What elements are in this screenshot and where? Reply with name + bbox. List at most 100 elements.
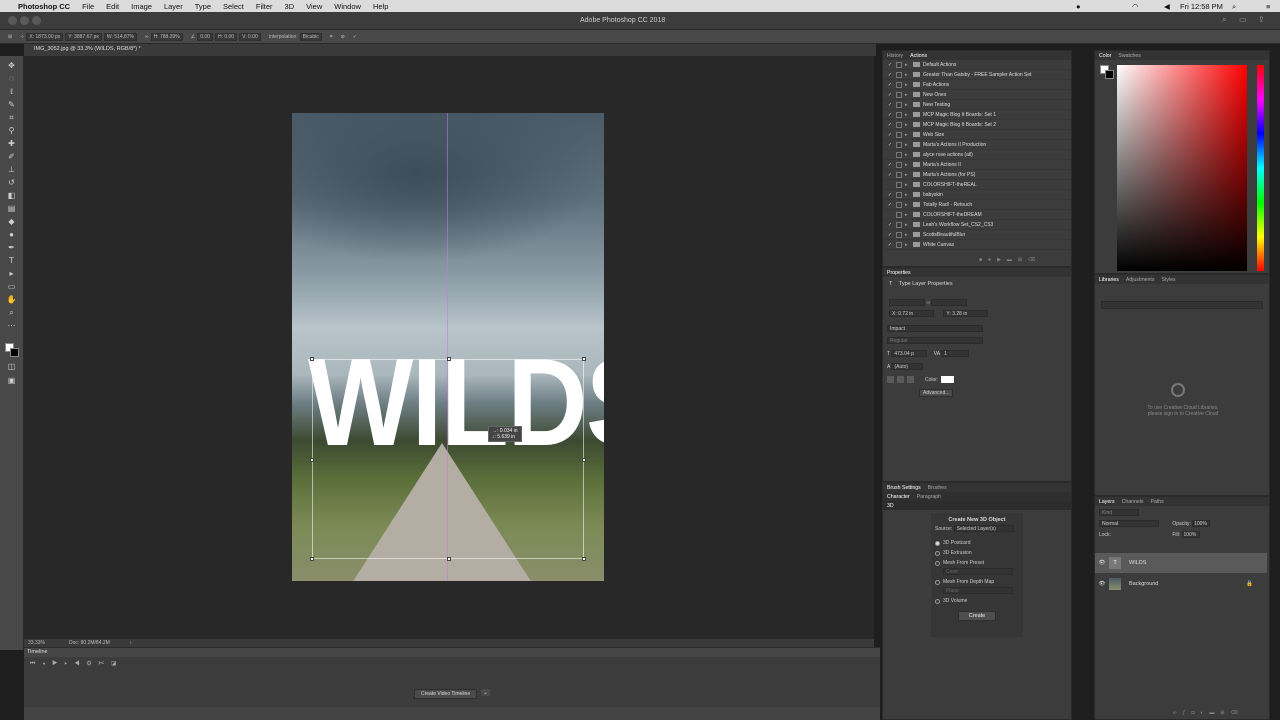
expand-triangle-icon[interactable]: ▸ — [905, 162, 913, 168]
font-family-select[interactable]: Impact — [887, 325, 983, 332]
action-check-icon[interactable]: ✓ — [885, 192, 895, 198]
delete-action-icon[interactable]: ⌫ — [1028, 257, 1041, 263]
expand-triangle-icon[interactable]: ▸ — [905, 112, 913, 118]
action-check-icon[interactable]: ✓ — [885, 202, 895, 208]
menu-help[interactable]: Help — [373, 2, 388, 11]
action-check-icon[interactable]: ✓ — [885, 112, 895, 118]
height-field[interactable]: H: 788.39% — [150, 32, 183, 41]
action-set-name[interactable]: COLORSHIFT-theDREAM — [923, 212, 982, 218]
library-search-input[interactable] — [1101, 301, 1263, 309]
expand-triangle-icon[interactable]: ▸ — [905, 192, 913, 198]
align-right-icon[interactable] — [907, 376, 914, 383]
record-action-icon[interactable]: ● — [988, 257, 997, 263]
dialog-toggle-icon[interactable] — [896, 141, 902, 148]
dialog-toggle-icon[interactable] — [896, 171, 902, 178]
expand-triangle-icon[interactable]: ▸ — [905, 72, 913, 78]
menu-image[interactable]: Image — [131, 2, 152, 11]
play-action-icon[interactable]: ▶ — [997, 257, 1007, 263]
transition-icon[interactable]: ◪ — [111, 661, 123, 667]
action-set-row[interactable]: ✓ ▸ MCP Magic Blog It Boards: Set 2 — [885, 120, 1071, 130]
brush-tool-icon[interactable]: ✐ — [6, 152, 17, 161]
action-set-name[interactable]: babyskin — [923, 192, 943, 198]
dialog-toggle-icon[interactable] — [896, 161, 902, 168]
tab-channels[interactable]: Channels — [1122, 499, 1144, 505]
action-set-row[interactable]: ✓ ▸ New Ones — [885, 90, 1071, 100]
share-icon[interactable]: ⇪ — [1258, 15, 1265, 24]
action-set-name[interactable]: Marta's Actions II — [923, 162, 961, 168]
commit-transform-icon[interactable]: ✓ — [353, 34, 357, 40]
dialog-toggle-icon[interactable] — [896, 71, 902, 78]
expand-triangle-icon[interactable]: ▸ — [905, 172, 913, 178]
width-field[interactable]: W: 514.87% — [103, 32, 138, 41]
history-brush-tool-icon[interactable]: ↺ — [6, 178, 17, 187]
dialog-toggle-icon[interactable] — [896, 111, 902, 118]
action-set-name[interactable]: Marta's Actions II Production — [923, 142, 986, 148]
action-set-name[interactable]: New Testing — [923, 102, 950, 108]
doc-size[interactable]: Doc: 80.2M/84.2M — [69, 640, 110, 646]
dialog-toggle-icon[interactable] — [896, 101, 902, 108]
interpolation-select[interactable]: Bicubic — [299, 32, 322, 41]
delete-layer-icon[interactable]: ⌫ — [1231, 710, 1244, 716]
leading-field[interactable]: (Auto) — [891, 363, 924, 370]
eyedropper-tool-icon[interactable]: ⚲ — [6, 126, 17, 135]
zoom-level[interactable]: 33.33% — [28, 640, 45, 646]
status-menu-icon[interactable]: › — [130, 640, 132, 646]
dialog-toggle-icon[interactable] — [896, 151, 902, 158]
action-set-row[interactable]: ✓ ▸ New Testing — [885, 100, 1071, 110]
option-mesh-depth[interactable]: Mesh From Depth Map — [935, 577, 1019, 587]
menu-app-name[interactable]: Photoshop CC — [18, 2, 70, 11]
menu-edit[interactable]: Edit — [106, 2, 119, 11]
tab-character[interactable]: Character — [887, 494, 910, 500]
menu-3d[interactable]: 3D — [285, 2, 295, 11]
quick-select-tool-icon[interactable]: ✎ — [6, 100, 17, 109]
timeline-dropdown-icon[interactable]: ⌄ — [481, 689, 491, 696]
action-set-row[interactable]: ✓ ▸ Web Size — [885, 130, 1071, 140]
action-set-name[interactable]: COLORSHIFT-theREAL — [923, 182, 977, 188]
menu-clock[interactable]: Fri 12:58 PM — [1180, 2, 1223, 11]
height-prop-field[interactable] — [931, 299, 968, 306]
tab-paragraph[interactable]: Paragraph — [917, 494, 941, 500]
action-set-name[interactable]: Fab Actions — [923, 82, 949, 88]
blend-mode-select[interactable]: Normal — [1099, 520, 1159, 527]
blur-tool-icon[interactable]: ◆ — [6, 217, 17, 226]
action-check-icon[interactable]: · — [885, 152, 895, 158]
action-set-name[interactable]: Leah's Workflow Set_CS2_CS3 — [923, 222, 993, 228]
align-left-icon[interactable] — [887, 376, 894, 383]
font-style-select[interactable]: Regular — [887, 337, 983, 344]
warp-icon[interactable]: ⌗ — [330, 34, 333, 40]
dialog-toggle-icon[interactable] — [896, 91, 902, 98]
tab-history[interactable]: History — [887, 53, 903, 59]
create-button[interactable]: Create — [957, 611, 997, 621]
workspace-icon[interactable]: ▭ — [1239, 15, 1247, 24]
font-size-field[interactable]: 473.04 p — [891, 350, 928, 357]
action-set-row[interactable]: ✓ ▸ Marta's Actions (for PS) — [885, 170, 1071, 180]
dialog-toggle-icon[interactable] — [896, 61, 902, 68]
action-check-icon[interactable]: · — [885, 182, 895, 188]
color-picker-field[interactable] — [1117, 65, 1247, 271]
stop-icon[interactable]: ■ — [979, 257, 988, 263]
expand-triangle-icon[interactable]: ▸ — [905, 102, 913, 108]
action-set-name[interactable]: Web Size — [923, 132, 944, 138]
document-image[interactable]: WILDS →: 0.034 in ↓: 5.639 in — [292, 113, 604, 581]
notification-icon[interactable]: ≡ — [1266, 2, 1270, 11]
move-tool-icon[interactable]: ✥ — [6, 61, 17, 70]
action-set-name[interactable]: MCP Magic Blog It Boards: Set 2 — [923, 122, 996, 128]
transform-handle-tl[interactable] — [310, 357, 314, 361]
layer-name-background[interactable]: Background — [1129, 581, 1158, 587]
dialog-toggle-icon[interactable] — [896, 131, 902, 138]
action-set-row[interactable]: ✓ ▸ Marta's Actions II Production — [885, 140, 1071, 150]
close-window-button[interactable] — [8, 16, 17, 25]
advanced-button[interactable]: Advanced... — [919, 389, 954, 397]
pen-tool-icon[interactable]: ✒ — [6, 243, 17, 252]
dialog-toggle-icon[interactable] — [896, 231, 902, 238]
play-icon[interactable]: ▶ — [52, 661, 64, 667]
dialog-toggle-icon[interactable] — [896, 121, 902, 128]
wifi-icon[interactable]: ◠ — [1132, 2, 1139, 11]
tab-swatches[interactable]: Swatches — [1118, 53, 1141, 59]
hue-slider[interactable] — [1257, 65, 1264, 271]
menu-filter[interactable]: Filter — [256, 2, 273, 11]
tab-adjustments[interactable]: Adjustments — [1126, 277, 1155, 283]
action-set-name[interactable]: MCP Magic Blog It Boards: Set 1 — [923, 112, 996, 118]
group-icon[interactable]: ▬ — [1209, 710, 1220, 716]
create-video-timeline-button[interactable]: Create Video Timeline — [414, 689, 478, 699]
